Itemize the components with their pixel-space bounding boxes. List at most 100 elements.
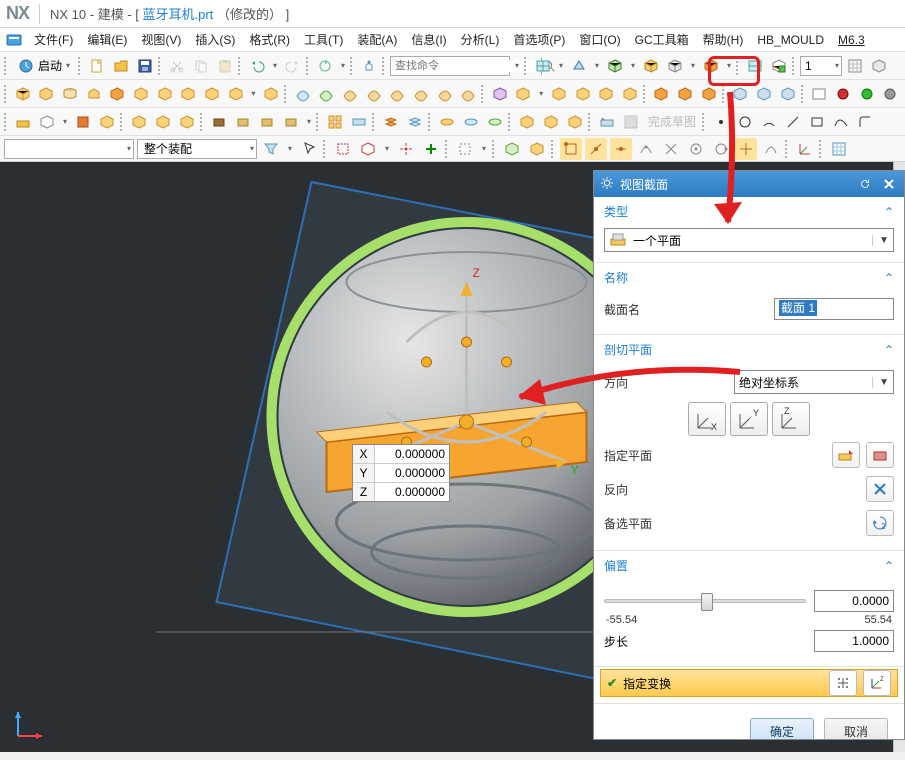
menu-m63[interactable]: M6.3	[832, 31, 871, 49]
hole-icon[interactable]	[436, 111, 458, 133]
fillet-icon[interactable]	[854, 111, 876, 133]
snap-plus-icon[interactable]	[420, 138, 442, 160]
panel-reset-icon[interactable]	[856, 175, 874, 193]
feature-icon[interactable]	[201, 83, 223, 105]
feature-icon[interactable]	[96, 111, 118, 133]
cube-icon[interactable]	[36, 111, 58, 133]
iso-cube-icon[interactable]	[604, 55, 626, 77]
rect-icon[interactable]	[806, 111, 828, 133]
panel-header[interactable]: 视图截面	[594, 171, 904, 197]
menu-edit[interactable]: 编辑(E)	[81, 29, 133, 50]
layer-grid-icon[interactable]	[844, 55, 866, 77]
surface-icon[interactable]	[363, 83, 385, 105]
feature-icon[interactable]	[564, 111, 586, 133]
menu-tools[interactable]: 工具(T)	[298, 29, 349, 50]
mold-icon[interactable]	[256, 111, 278, 133]
feature-icon[interactable]	[36, 83, 58, 105]
iso-cube-icon[interactable]	[501, 138, 523, 160]
menu-format[interactable]: 格式(R)	[243, 29, 296, 50]
solid-op-icon[interactable]	[572, 83, 594, 105]
edit-section-icon[interactable]	[768, 55, 790, 77]
snap-center-icon[interactable]	[685, 138, 707, 160]
render-style-icon[interactable]	[568, 55, 590, 77]
snap-quad-icon[interactable]	[710, 138, 732, 160]
specify-transform-row[interactable]: ✔ 指定变换 Z	[600, 669, 898, 697]
layer-cube-icon[interactable]	[868, 55, 890, 77]
wcs-icon[interactable]	[794, 138, 816, 160]
axis-z-button[interactable]: Z	[772, 402, 810, 436]
hole-icon[interactable]	[460, 111, 482, 133]
sketch-cmd-icon[interactable]	[596, 111, 618, 133]
hole-icon[interactable]	[484, 111, 506, 133]
surface-icon[interactable]	[292, 83, 314, 105]
surface-icon[interactable]	[339, 83, 361, 105]
snap-curve-icon[interactable]	[760, 138, 782, 160]
surface-icon[interactable]	[410, 83, 432, 105]
surface-icon[interactable]	[386, 83, 408, 105]
feature-icon[interactable]	[152, 111, 174, 133]
plane-dialog-button[interactable]	[866, 442, 894, 468]
coord-x-value[interactable]: 0.000000	[375, 445, 449, 463]
sheet-icon[interactable]	[809, 83, 831, 105]
axis-x-button[interactable]: X	[688, 402, 726, 436]
offset-value-input[interactable]: 0.0000	[814, 590, 894, 612]
feature-icon[interactable]	[225, 83, 247, 105]
assy-op-icon[interactable]	[730, 83, 752, 105]
window-number-select[interactable]: 1 ▾	[800, 56, 842, 76]
transform-options-button[interactable]	[829, 670, 857, 696]
line-icon[interactable]	[782, 111, 804, 133]
menu-gc-toolbox[interactable]: GC工具箱	[629, 29, 695, 50]
coord-y-value[interactable]: 0.000000	[375, 464, 449, 482]
alt-plane-button[interactable]: 2	[866, 510, 894, 536]
transform-csys-button[interactable]: Z	[863, 670, 891, 696]
feature-icon[interactable]	[83, 83, 105, 105]
finish-sketch-icon[interactable]	[620, 111, 642, 133]
feature-icon[interactable]	[176, 111, 198, 133]
redo-icon[interactable]	[282, 55, 304, 77]
coord-z-value[interactable]: 0.000000	[375, 483, 449, 501]
iso-cube-icon[interactable]	[526, 138, 548, 160]
slider-thumb[interactable]	[701, 593, 713, 611]
ball-icon[interactable]	[879, 83, 901, 105]
book-icon[interactable]	[72, 111, 94, 133]
solid-op-icon[interactable]	[595, 83, 617, 105]
snap-int-icon[interactable]	[660, 138, 682, 160]
mold-icon[interactable]	[232, 111, 254, 133]
reverse-button[interactable]	[866, 476, 894, 502]
pattern-icon[interactable]	[324, 111, 346, 133]
menu-insert[interactable]: 插入(S)	[189, 29, 241, 50]
repeat-icon[interactable]	[314, 55, 336, 77]
new-file-icon[interactable]	[86, 55, 108, 77]
window-layout-icon[interactable]	[532, 55, 554, 77]
save-icon[interactable]	[134, 55, 156, 77]
axis-y-button[interactable]: Y	[730, 402, 768, 436]
menu-assembly[interactable]: 装配(A)	[351, 29, 403, 50]
menu-preferences[interactable]: 首选项(P)	[507, 29, 571, 50]
section-view-icon[interactable]	[744, 55, 766, 77]
copy-icon[interactable]	[190, 55, 212, 77]
menu-hb-mould[interactable]: HB_MOULD	[751, 31, 830, 49]
feature-icon[interactable]	[59, 83, 81, 105]
snap-point-icon[interactable]	[395, 138, 417, 160]
pattern-icon[interactable]	[348, 111, 370, 133]
feature-icon[interactable]	[130, 83, 152, 105]
ball-icon[interactable]	[856, 83, 878, 105]
surface-icon[interactable]	[316, 83, 338, 105]
snap-knot-icon[interactable]	[635, 138, 657, 160]
mold-icon[interactable]	[280, 111, 302, 133]
step-value-input[interactable]: 1.0000	[814, 630, 894, 652]
menu-view[interactable]: 视图(V)	[135, 29, 187, 50]
feature-icon[interactable]	[260, 83, 282, 105]
assy-op-icon[interactable]	[698, 83, 720, 105]
menu-info[interactable]: 信息(I)	[405, 29, 452, 50]
solid-op-icon[interactable]	[513, 83, 535, 105]
offset-slider[interactable]	[604, 599, 806, 603]
section-type-select[interactable]: 一个平面 ▼	[604, 228, 894, 252]
arc-icon[interactable]	[758, 111, 780, 133]
menu-window[interactable]: 窗口(O)	[573, 29, 626, 50]
menu-help[interactable]: 帮助(H)	[697, 29, 750, 50]
stack-icon[interactable]	[404, 111, 426, 133]
repeat-dropdown[interactable]: ▾	[338, 61, 348, 70]
cursor-icon[interactable]	[298, 138, 320, 160]
cut-icon[interactable]	[166, 55, 188, 77]
